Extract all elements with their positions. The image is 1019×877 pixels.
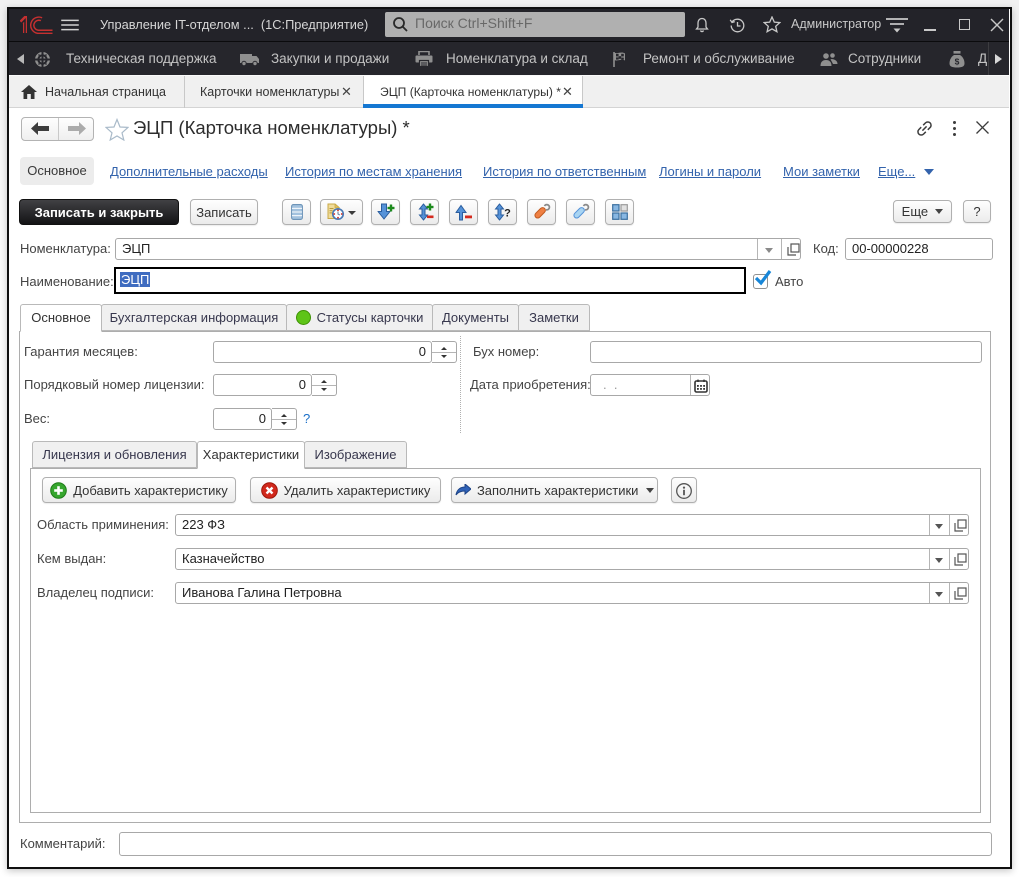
svg-text:?: ? — [504, 208, 511, 220]
svg-text:$: $ — [955, 56, 960, 66]
